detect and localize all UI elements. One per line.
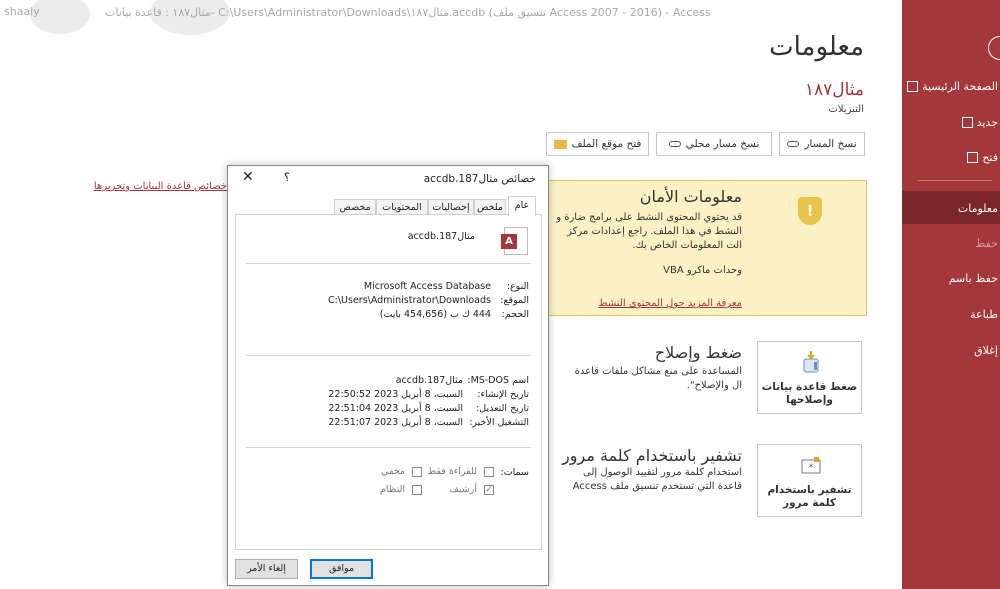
accessed-value: السبت، 8 أبريل 2023 22:51:07 [328,417,463,428]
sidebar-item-label: طباعة [970,308,998,321]
title-bar: shaaly مثال١٨٧ : قاعدة بيانات- C:\Users\… [0,0,902,35]
file-name: مثال187.accdb [407,231,475,242]
back-arrow-icon[interactable] [988,36,1000,60]
encrypt-password-title: تشفير باستخدام كلمة مرور [562,446,742,465]
new-file-icon [961,117,973,128]
button-label: نسخ مسار محلي [685,138,760,150]
button-label: نسخ المسار [804,138,857,150]
help-icon[interactable]: ؟ [284,171,290,184]
security-info-panel: ! معلومات الأمان قد يحتوي المحتوى النشط … [546,180,867,316]
link-icon [668,141,681,147]
compact-repair-label: ضغط قاعدة بيانات وإصلاحها [761,381,858,406]
encrypt-password-description: استخدام كلمة مرور لتقييد الوصول إلى قاعد… [572,467,742,492]
tab-general[interactable]: عام [508,196,536,216]
msdos-name-label: اسم MS-DOS: [467,375,529,386]
sidebar-item-print[interactable]: طباعة [902,308,998,321]
sidebar-item-close[interactable]: إغلاق [902,344,998,357]
hidden-checkbox[interactable] [412,467,422,477]
database-folder: التنزيلات [828,104,864,115]
copy-path-button[interactable]: نسخ المسار [779,132,865,156]
security-title: معلومات الأمان [639,187,742,206]
sidebar-item-home[interactable]: الصفحة الرئيسية [902,80,998,93]
sidebar-item-label: جديد [976,116,998,129]
ok-button[interactable]: موافق [310,559,373,579]
archive-label: أرشيف [449,484,477,495]
compact-repair-title: ضغط وإصلاح [654,343,742,362]
security-description: قد يحتوي المحتوى النشط على برامج ضارة و … [556,212,742,251]
database-name: مثال١٨٧ [804,80,864,100]
hidden-label: مخفي [381,466,405,477]
close-icon[interactable]: ✕ [242,169,254,185]
learn-more-active-content-link[interactable]: معرفة المزيد حول المحتوى النشط [598,298,742,309]
type-value: Microsoft Access Database [363,281,491,292]
sidebar-item-new[interactable]: جديد [902,116,998,129]
modified-value: السبت، 8 أبريل 2023 22:51:04 [328,403,463,414]
user-name[interactable]: shaaly [4,5,40,18]
home-icon [907,81,919,92]
sidebar-item-label: فتح [982,151,998,164]
compact-database-icon [803,351,819,373]
folder-icon [553,139,567,149]
file-properties-dialog: خصائص مثال187.accdb ؟ ✕ عام ملخص إحصاليا… [227,165,549,586]
divider [246,263,531,264]
location-value: C:\Users\Administrator\Downloads [328,295,491,306]
type-label: النوع: [506,281,529,292]
size-label: الحجم: [501,309,529,320]
sidebar-item-label: حفظ باسم [948,272,998,285]
msdos-name-value: مثال187.accdb [395,375,463,386]
shield-warning-icon: ! [798,197,822,225]
sidebar-item-label: الصفحة الرئيسية [922,80,998,93]
sidebar-item-save-as[interactable]: حفظ باسم [902,272,998,285]
edit-database-properties-link[interactable]: خصائص قاعدة البيانات وتحريرها [94,181,227,192]
encrypt-password-label: تشفير باستخدام كلمة مرور [767,484,852,509]
encrypt-password-button[interactable]: * تشفير باستخدام كلمة مرور [757,444,862,517]
button-label: فتح موقع الملف [571,138,642,150]
copy-local-path-button[interactable]: نسخ مسار محلي [656,132,772,156]
system-checkbox[interactable] [412,485,422,495]
access-file-icon: A [501,227,528,255]
system-label: النظام [380,484,405,495]
compact-repair-button[interactable]: ضغط قاعدة بيانات وإصلاحها [757,341,862,414]
open-folder-icon [967,152,979,163]
divider [246,447,531,448]
vba-macros-label: وحدات ماكرو VBA [663,265,742,276]
sidebar-item-label: معلومات [957,202,998,215]
page-title: معلومات [769,32,864,62]
location-label: الموقع: [500,295,529,306]
attributes-label: سمات: [500,467,530,478]
created-value: السبت، 8 أبريل 2023 22:50:52 [328,389,463,400]
link-icon [787,141,800,147]
sidebar-item-open[interactable]: فتح [902,151,998,164]
encrypt-lock-icon: * [801,457,821,474]
readonly-checkbox[interactable] [484,467,494,477]
created-label: تاريخ الإنشاء: [477,389,529,400]
divider [246,355,531,356]
modified-label: تاريخ التعديل: [476,403,529,414]
open-file-location-button[interactable]: فتح موقع الملف [546,132,649,156]
sidebar-divider [918,180,992,181]
sidebar-item-label: حفظ [975,237,998,250]
archive-checkbox[interactable]: ✓ [484,485,494,495]
dialog-body: A مثال187.accdb النوع: Microsoft Access … [235,214,542,550]
cancel-button[interactable]: إلغاء الأمر [235,559,298,579]
window-title: مثال١٨٧ : قاعدة بيانات- C:\Users\Adminis… [105,6,711,19]
compact-repair-description: المساعدة على منع مشاكل ملفات قاعدة ال وا… [574,366,742,391]
sidebar-item-info[interactable]: معلومات [902,202,998,215]
accessed-label: التشغيل الأخير: [469,417,529,428]
readonly-label: للقراءة فقط [427,466,477,477]
svg-text:*: * [809,463,814,473]
sidebar-item-save[interactable]: حفظ [902,237,998,250]
size-value: 444 ك ب (454,656 بايت) [379,309,491,320]
dialog-title: خصائص مثال187.accdb [423,173,536,185]
sidebar-item-label: إغلاق [974,344,998,357]
